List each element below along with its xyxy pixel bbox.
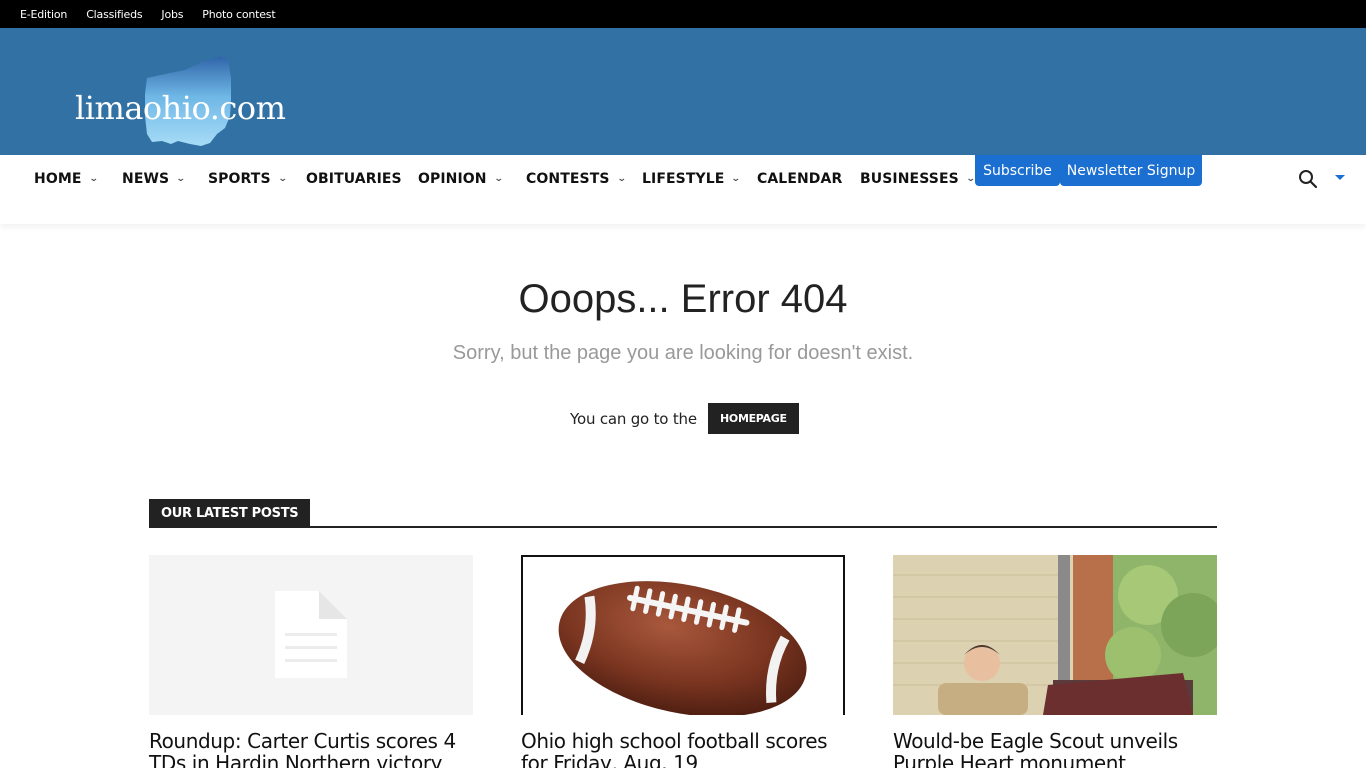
nav-item-news[interactable]: NEWS ⌄ [122,171,187,187]
chevron-down-icon: ⌄ [277,174,288,184]
nav-label: OPINION [418,171,487,187]
post-card[interactable]: Ohio high school football scores for Fri… [521,555,845,768]
nav-label: BUSINESSES [860,171,959,187]
chevron-down-icon: ⌄ [176,174,187,184]
newsletter-signup-button[interactable]: Newsletter Signup [1060,155,1202,186]
nav-label: CONTESTS [526,171,610,187]
nav-item-businesses[interactable]: BUSINESSES ⌄ [860,171,975,187]
latest-posts-title: OUR LATEST POSTS [149,499,311,527]
post-thumbnail[interactable] [521,555,845,715]
goto-text: You can go to the [570,409,697,428]
top-link-photo-contest[interactable]: Photo contest [202,8,275,21]
subscribe-button[interactable]: Subscribe [975,155,1060,186]
scout-photo-image [893,555,1217,715]
top-bar: E-Edition Classifieds Jobs Photo contest [0,0,1366,28]
main-nav: HOME ⌄ NEWS ⌄ SPORTS ⌄ OBITUARIES OPINION ⌄ … [0,155,1366,224]
top-link-classifieds[interactable]: Classifieds [86,8,142,21]
latest-posts-header: OUR LATEST POSTS [149,499,1217,528]
nav-item-opinion[interactable]: OPINION ⌄ [418,171,504,187]
homepage-button[interactable]: HOMEPAGE [707,403,799,434]
document-placeholder-icon [275,591,347,678]
nav-label: HOME [34,171,82,187]
nav-item-lifestyle[interactable]: LIFESTYLE ⌄ [642,171,742,187]
error-title: Ooops... Error 404 [518,277,848,321]
nav-item-calendar[interactable]: CALENDAR [757,171,842,187]
error-subtitle: Sorry, but the page you are looking for … [452,342,914,364]
post-thumbnail[interactable] [149,555,473,715]
nav-item-contests[interactable]: CONTESTS ⌄ [526,171,627,187]
nav-label: OBITUARIES [306,171,402,187]
nav-label: SPORTS [208,171,271,187]
top-link-jobs[interactable]: Jobs [161,8,183,21]
post-card[interactable]: Would-be Eagle Scout unveils Purple Hear… [893,555,1217,768]
top-link-e-edition[interactable]: E-Edition [20,8,67,21]
football-image [558,581,807,715]
post-title[interactable]: Roundup: Carter Curtis scores 4 TDs in H… [149,730,473,768]
caret-down-icon[interactable] [1335,175,1345,180]
nav-item-obituaries[interactable]: OBITUARIES [306,171,402,187]
chevron-down-icon: ⌄ [88,174,99,184]
top-links: E-Edition Classifieds Jobs Photo contest [20,0,276,28]
post-card[interactable]: Roundup: Carter Curtis scores 4 TDs in H… [149,555,473,768]
chevron-down-icon: ⌄ [731,174,742,184]
chevron-down-icon: ⌄ [616,174,627,184]
logo-text: limaohio.com [75,89,286,127]
site-header: limaohio.com [0,28,1366,155]
nav-label: NEWS [122,171,170,187]
post-thumbnail[interactable] [893,555,1217,715]
nav-label: CALENDAR [757,171,843,187]
nav-label: LIFESTYLE [642,171,725,187]
site-logo[interactable]: limaohio.com [75,56,315,148]
nav-item-sports[interactable]: SPORTS ⌄ [208,171,288,187]
chevron-down-icon: ⌄ [493,174,504,184]
search-icon[interactable] [1298,169,1318,189]
post-title[interactable]: Ohio high school football scores for Fri… [521,730,845,768]
homepage-prompt: You can go to the HOMEPAGE [570,403,799,434]
post-title[interactable]: Would-be Eagle Scout unveils Purple Hear… [893,730,1217,768]
nav-item-home[interactable]: HOME ⌄ [34,171,99,187]
